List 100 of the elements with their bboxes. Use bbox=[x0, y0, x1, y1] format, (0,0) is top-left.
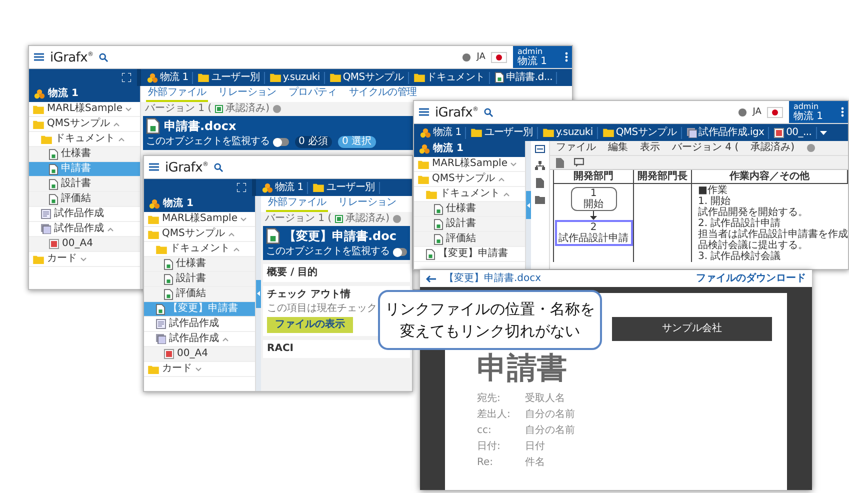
tree-item[interactable]: MARL様Sample bbox=[29, 102, 140, 117]
language-label[interactable]: JA bbox=[752, 106, 762, 118]
tree-item[interactable]: 試作品作成 bbox=[144, 317, 255, 332]
document-heading: 申請書 bbox=[477, 351, 567, 387]
breadcrumb-item[interactable]: y.suzuki bbox=[268, 72, 325, 84]
column-header: 作業内容／その他 bbox=[692, 170, 848, 184]
tree-item[interactable]: 評価結 bbox=[414, 232, 525, 247]
expand-icon bbox=[122, 73, 131, 82]
chevron-up-icon[interactable] bbox=[222, 336, 229, 342]
account-box[interactable]: admin 物流 1 bbox=[513, 46, 572, 68]
breadcrumb-item[interactable]: 物流 1 bbox=[418, 126, 466, 138]
tree-item[interactable]: QMSサンプル bbox=[144, 227, 255, 242]
menu-item[interactable]: 編集 bbox=[608, 142, 628, 154]
tab[interactable]: リレーション bbox=[216, 86, 278, 102]
tab[interactable]: 外部ファイル bbox=[146, 86, 208, 102]
tree-item[interactable]: 00_A4 bbox=[29, 237, 140, 252]
menu-item[interactable]: ファイル bbox=[556, 142, 596, 154]
tree-item[interactable]: 試作品作成 bbox=[29, 222, 140, 237]
version-label: バージョン 4 ( bbox=[672, 142, 739, 154]
tab[interactable]: リレーション bbox=[336, 196, 398, 212]
file-title-link[interactable]: 【変更】申請書.docx bbox=[444, 272, 542, 284]
tree-item[interactable]: 仕様書 bbox=[29, 147, 140, 162]
process-file-icon bbox=[41, 209, 51, 219]
tree-root[interactable]: 物流 1 bbox=[414, 141, 525, 157]
breadcrumb-item[interactable]: 物流 1 bbox=[260, 182, 308, 194]
approved-icon bbox=[214, 105, 223, 113]
tree-item[interactable]: カード bbox=[29, 252, 140, 267]
column-header: 開発部門長 bbox=[634, 170, 692, 184]
chevron-down-icon[interactable] bbox=[195, 366, 202, 372]
chevron-up-icon[interactable] bbox=[498, 176, 505, 182]
hierarchy-icon bbox=[535, 161, 545, 170]
tree-item[interactable]: QMSサンプル bbox=[414, 172, 525, 187]
cluster-icon bbox=[149, 199, 160, 209]
tree-item[interactable]: 設計書 bbox=[144, 272, 255, 287]
tree-item[interactable]: MARL様Sample bbox=[414, 157, 525, 172]
section-title[interactable]: RACI bbox=[267, 343, 294, 355]
user-org: 物流 1 bbox=[793, 111, 823, 122]
field-label: Re: bbox=[477, 457, 494, 469]
chevron-up-icon[interactable] bbox=[112, 122, 120, 126]
breadcrumb-item[interactable]: 申請書.d... bbox=[492, 72, 558, 84]
count-badge[interactable]: 0 必須 bbox=[294, 136, 332, 148]
collapse-handle[interactable] bbox=[526, 191, 531, 219]
chevron-up-icon[interactable] bbox=[503, 192, 510, 196]
tree-item[interactable]: 試作品作成 bbox=[144, 332, 255, 347]
tree-item[interactable]: 【変更】申請書 bbox=[414, 247, 525, 262]
tree-root[interactable]: 物流 1 bbox=[29, 86, 140, 102]
field-label: 日付: bbox=[477, 441, 502, 453]
tree-item[interactable]: カード bbox=[144, 362, 255, 377]
breadcrumb-item[interactable]: y.suzuki bbox=[540, 126, 598, 138]
breadcrumb-item[interactable]: 物流 1 bbox=[145, 72, 194, 84]
field-value: 日付 bbox=[525, 441, 546, 453]
view-file-button[interactable]: ファイルの表示 bbox=[267, 317, 353, 333]
menu-item[interactable]: 表示 bbox=[640, 142, 660, 154]
account-box[interactable]: admin 物流 1 bbox=[789, 101, 848, 123]
tree-item[interactable]: QMSサンプル bbox=[29, 117, 140, 132]
chevron-up-icon[interactable] bbox=[228, 232, 235, 236]
collapse-handle[interactable] bbox=[256, 280, 261, 308]
watch-toggle[interactable] bbox=[392, 248, 407, 256]
breadcrumb-item[interactable]: ユーザー別 bbox=[311, 182, 380, 194]
breadcrumb-item[interactable]: ドキュメント bbox=[412, 72, 490, 84]
language-label[interactable]: JA bbox=[476, 51, 486, 63]
process-step[interactable]: 1 開始 bbox=[570, 187, 616, 211]
tree-item[interactable]: 評価結 bbox=[144, 287, 255, 302]
tree-item[interactable]: 試作品作成 bbox=[29, 207, 140, 222]
breadcrumb-item[interactable]: 試作品作成.igx bbox=[684, 126, 770, 138]
chevron-down-icon[interactable] bbox=[240, 216, 248, 222]
tree-root[interactable]: 物流 1 bbox=[144, 196, 255, 212]
breadcrumb-item[interactable]: 00_... bbox=[772, 126, 817, 138]
object-title: 【変更】申請書.doc bbox=[284, 228, 397, 244]
document-icon bbox=[146, 118, 160, 134]
chevron-down-icon[interactable] bbox=[125, 106, 132, 112]
watch-label: このオブジェクトを監視する bbox=[266, 246, 390, 258]
section-title[interactable]: チェック アウト情 bbox=[267, 289, 350, 301]
field-value: 件名 bbox=[525, 457, 546, 469]
breadcrumb-item[interactable]: QMSサンプル bbox=[600, 126, 682, 138]
watch-toggle[interactable] bbox=[272, 138, 288, 146]
tree-item[interactable]: 評価結 bbox=[29, 192, 140, 207]
tree-item[interactable]: 設計書 bbox=[29, 177, 140, 192]
breadcrumb-item[interactable]: QMSサンプル bbox=[328, 72, 409, 84]
folder-icon bbox=[535, 196, 545, 204]
chevron-down-icon[interactable] bbox=[510, 162, 518, 166]
tab[interactable]: サイクルの管理 bbox=[346, 86, 419, 102]
download-link[interactable]: ファイルのダウンロード bbox=[696, 272, 806, 284]
tree-item[interactable]: 仕様書 bbox=[414, 202, 525, 217]
chevron-up-icon[interactable] bbox=[107, 226, 114, 232]
chevron-up-icon[interactable] bbox=[118, 136, 125, 142]
tree-item[interactable]: MARL様Sample bbox=[144, 212, 255, 227]
tree-item[interactable]: 00_A4 bbox=[144, 347, 255, 362]
section-title[interactable]: 概要 / 目的 bbox=[267, 267, 318, 279]
diagram-file-icon bbox=[686, 128, 697, 138]
tab[interactable]: 外部ファイル bbox=[266, 196, 328, 212]
breadcrumb-item[interactable]: ユーザー別 bbox=[469, 126, 538, 138]
chevron-down-icon[interactable] bbox=[80, 256, 87, 262]
breadcrumb-item[interactable]: ユーザー別 bbox=[196, 72, 265, 84]
chevron-up-icon[interactable] bbox=[233, 246, 240, 252]
tree-item[interactable]: 仕様書 bbox=[144, 257, 255, 272]
tree-item[interactable]: 設計書 bbox=[414, 217, 525, 232]
process-step[interactable]: 2 試作品設計申請 bbox=[554, 220, 632, 246]
document-icon bbox=[426, 248, 435, 260]
tab[interactable]: プロパティ bbox=[286, 86, 339, 102]
